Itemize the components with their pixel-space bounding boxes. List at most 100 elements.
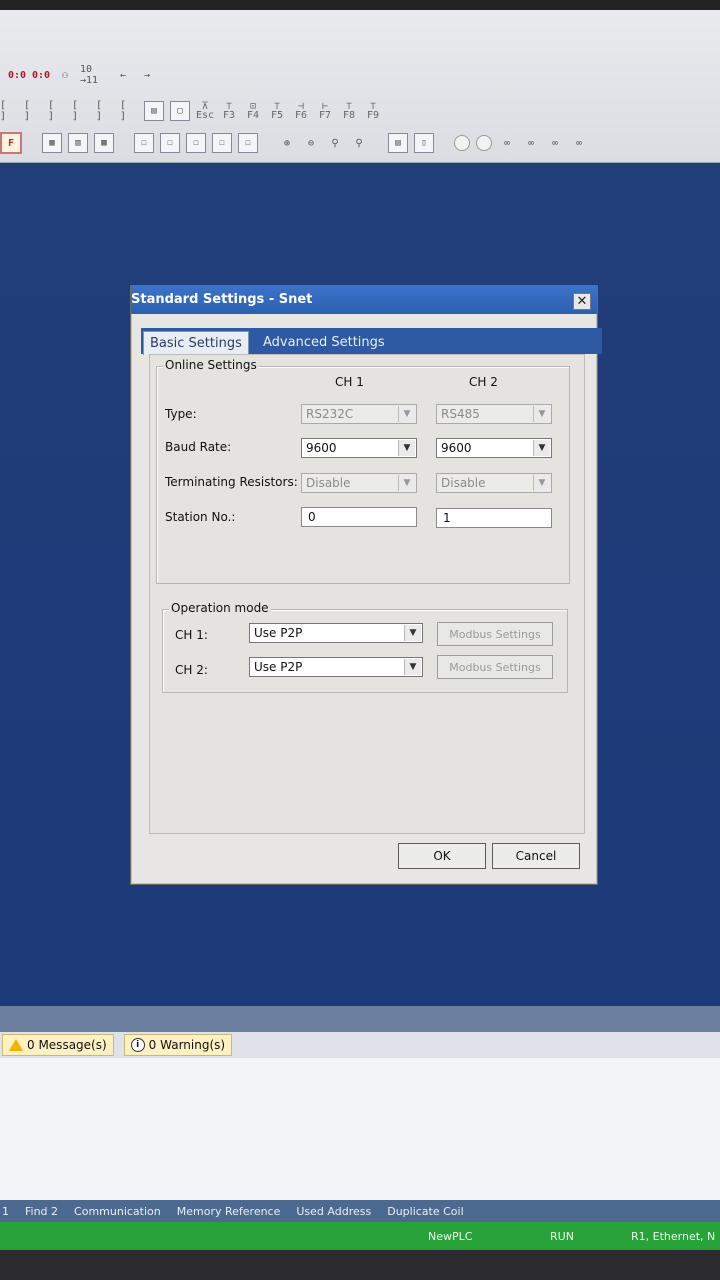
link-icon[interactable]: ∞ bbox=[546, 134, 564, 152]
status-bar: NewPLC RUN R1, Ethernet, N bbox=[0, 1222, 720, 1250]
monitor-start-icon[interactable]: 0:0 bbox=[8, 66, 26, 84]
forward-arrow-icon[interactable]: → bbox=[138, 66, 156, 84]
stop-icon[interactable] bbox=[476, 135, 492, 151]
tab-find-1[interactable]: 1 bbox=[2, 1205, 9, 1218]
dialog-titlebar[interactable]: Standard Settings - Snet ✕ bbox=[131, 286, 597, 314]
step-icon[interactable]: 10 →11 bbox=[80, 64, 108, 86]
f8-key-icon[interactable]: ⊤ F8 bbox=[340, 102, 358, 121]
esc-key-icon[interactable]: ⊼ Esc bbox=[196, 102, 214, 121]
ch1-terminating-select[interactable]: Disable ▼ bbox=[301, 473, 417, 493]
variable-icon[interactable]: ▦ bbox=[42, 133, 62, 153]
ch2-modbus-settings-button[interactable]: Modbus Settings bbox=[437, 655, 553, 679]
op-ch1-mode-select[interactable]: Use P2P ▼ bbox=[249, 623, 423, 643]
op-ch2-label: CH 2: bbox=[175, 663, 208, 677]
replace-icon[interactable]: ⚲ bbox=[350, 134, 368, 152]
f5-key-icon[interactable]: ⊤ F5 bbox=[268, 102, 286, 121]
zoom-out-icon[interactable]: ⊖ bbox=[302, 134, 320, 152]
chevron-down-icon: ▼ bbox=[533, 475, 550, 491]
contact-icon[interactable]: [ ] bbox=[0, 100, 18, 122]
tab-find-2[interactable]: Find 2 bbox=[25, 1205, 58, 1218]
grid-icon[interactable]: ▩ bbox=[94, 133, 114, 153]
coil-icon[interactable]: [ ] bbox=[120, 100, 138, 122]
link-icon[interactable]: ∞ bbox=[498, 134, 516, 152]
toolbar-row-3: F ▦ ▥ ▩ ☐ ☐ ☐ ☐ ☐ ⊕ ⊖ ⚲ ⚲ ▤ ▯ ∞ ∞ ∞ ∞ bbox=[0, 130, 588, 156]
messages-tab[interactable]: 0 Message(s) bbox=[2, 1034, 114, 1056]
run-icon[interactable] bbox=[454, 135, 470, 151]
op-ch1-label: CH 1: bbox=[175, 628, 208, 642]
chevron-down-icon: ▼ bbox=[404, 659, 421, 675]
comment-icon[interactable]: ▢ bbox=[170, 101, 190, 121]
page-icon[interactable]: ☐ bbox=[186, 133, 206, 153]
ch1-station-input[interactable]: 0 bbox=[301, 507, 417, 527]
ch2-station-input[interactable]: 1 bbox=[436, 508, 552, 528]
status-connection: R1, Ethernet, N bbox=[631, 1230, 716, 1243]
link-icon[interactable]: ∞ bbox=[570, 134, 588, 152]
chevron-down-icon: ▼ bbox=[533, 440, 550, 456]
ch2-type-select[interactable]: RS485 ▼ bbox=[436, 404, 552, 424]
page-icon[interactable]: ☐ bbox=[212, 133, 232, 153]
warnings-count: 0 Warning(s) bbox=[148, 1038, 226, 1052]
operation-mode-legend: Operation mode bbox=[169, 601, 271, 615]
ch1-type-select[interactable]: RS232C ▼ bbox=[301, 404, 417, 424]
tab-advanced-settings[interactable]: Advanced Settings bbox=[257, 331, 391, 354]
monitor-stop-icon[interactable]: 0:0 bbox=[32, 66, 50, 84]
function-block-icon[interactable]: ▤ bbox=[144, 101, 164, 121]
standard-settings-dialog: Standard Settings - Snet ✕ Basic Setting… bbox=[130, 285, 602, 885]
page-icon[interactable]: ☐ bbox=[238, 133, 258, 153]
f3-key-icon[interactable]: ⊤ F3 bbox=[220, 102, 238, 121]
page-icon[interactable]: ☐ bbox=[134, 133, 154, 153]
ch1-baud-rate-select[interactable]: 9600 ▼ bbox=[301, 438, 417, 458]
tab-basic-settings[interactable]: Basic Settings bbox=[143, 331, 249, 355]
page-icon[interactable]: ☐ bbox=[160, 133, 180, 153]
find-icon[interactable]: ⚲ bbox=[326, 134, 344, 152]
close-button[interactable]: ✕ bbox=[573, 293, 591, 310]
online-settings-legend: Online Settings bbox=[163, 358, 259, 372]
op-ch2-mode-value: Use P2P bbox=[254, 660, 303, 674]
output-panel bbox=[0, 1058, 720, 1200]
basic-settings-panel: Online Settings CH 1 CH 2 Type: RS232C ▼… bbox=[149, 354, 585, 834]
ch1-type-value: RS232C bbox=[306, 407, 354, 421]
contact-icon[interactable]: [ ] bbox=[48, 100, 66, 122]
tab-duplicate-coil[interactable]: Duplicate Coil bbox=[387, 1205, 463, 1218]
ok-button[interactable]: OK bbox=[398, 843, 486, 869]
back-arrow-icon[interactable]: ← bbox=[114, 66, 132, 84]
info-icon: i bbox=[130, 1038, 145, 1052]
ch2-baud-value: 9600 bbox=[441, 441, 472, 455]
workspace-lower-border bbox=[0, 1006, 720, 1032]
toolbar-row-2: [ ] [ ] [ ] [ ] [ ] [ ] ▤ ▢ ⊼ Esc ⊤ F3 ⊡ F4… bbox=[0, 98, 382, 124]
ch1-header: CH 1 bbox=[335, 375, 364, 389]
warnings-tab[interactable]: i 0 Warning(s) bbox=[123, 1034, 233, 1056]
tab-communication[interactable]: Communication bbox=[74, 1205, 161, 1218]
op-ch2-mode-select[interactable]: Use P2P ▼ bbox=[249, 657, 423, 677]
terminating-resistors-label: Terminating Resistors: bbox=[165, 475, 298, 489]
coil-icon[interactable]: [ ] bbox=[96, 100, 114, 122]
screen-bezel bbox=[0, 0, 720, 10]
type-label: Type: bbox=[165, 407, 197, 421]
list-icon[interactable]: ▤ bbox=[388, 133, 408, 153]
f7-key-icon[interactable]: ⊢ F7 bbox=[316, 102, 334, 121]
toolbar-area: 0:0 0:0 ⚇ 10 →11 ← → [ ] [ ] [ ] [ ] [ ]… bbox=[0, 10, 720, 163]
ch2-baud-rate-select[interactable]: 9600 ▼ bbox=[436, 438, 552, 458]
ch1-term-value: Disable bbox=[306, 476, 351, 490]
document-icon[interactable]: ▯ bbox=[414, 133, 434, 153]
f-mode-button[interactable]: F bbox=[0, 132, 22, 154]
tab-used-address[interactable]: Used Address bbox=[296, 1205, 371, 1218]
cancel-button[interactable]: Cancel bbox=[492, 843, 580, 869]
contact-icon[interactable]: [ ] bbox=[24, 100, 42, 122]
contact-icon[interactable]: [ ] bbox=[72, 100, 90, 122]
f4-key-icon[interactable]: ⊡ F4 bbox=[244, 102, 262, 121]
ch2-terminating-select[interactable]: Disable ▼ bbox=[436, 473, 552, 493]
link-icon[interactable]: ∞ bbox=[522, 134, 540, 152]
ch2-term-value: Disable bbox=[441, 476, 486, 490]
toolbar-row-1: 0:0 0:0 ⚇ 10 →11 ← → bbox=[8, 62, 156, 88]
warning-triangle-icon bbox=[9, 1039, 23, 1051]
ch1-modbus-settings-button[interactable]: Modbus Settings bbox=[437, 622, 553, 646]
table-icon[interactable]: ▥ bbox=[68, 133, 88, 153]
status-project: NewPLC bbox=[428, 1230, 473, 1243]
zoom-in-icon[interactable]: ⊕ bbox=[278, 134, 296, 152]
station-no-label: Station No.: bbox=[165, 510, 236, 524]
f6-key-icon[interactable]: ⊣ F6 bbox=[292, 102, 310, 121]
f9-key-icon[interactable]: ⊤ F9 bbox=[364, 102, 382, 121]
monitor-icon[interactable]: ⚇ bbox=[56, 66, 74, 84]
tab-memory-reference[interactable]: Memory Reference bbox=[177, 1205, 281, 1218]
